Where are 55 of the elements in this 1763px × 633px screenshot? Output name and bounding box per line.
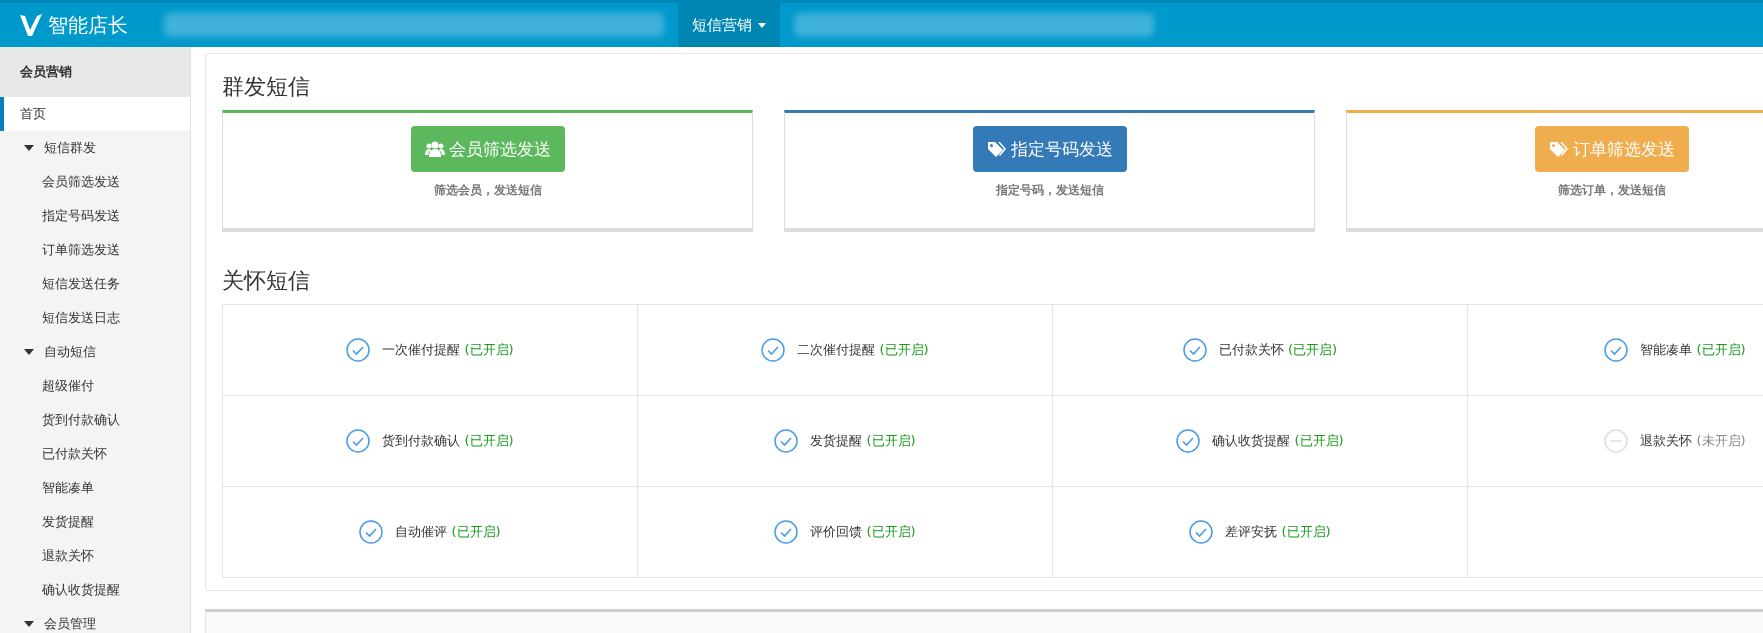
card-description: 指定号码，发送短信	[995, 182, 1104, 199]
check-circle-icon	[774, 520, 799, 544]
sidebar-subitem[interactable]: 智能凑单	[0, 471, 190, 505]
care-sms-item[interactable]: 一次催付提醒 (已开启)	[346, 338, 514, 362]
send-button[interactable]: 指定号码发送	[972, 126, 1127, 172]
care-sms-item[interactable]: 自动催评 (已开启)	[359, 520, 501, 544]
care-sms-item[interactable]: 智能凑单 (已开启)	[1604, 338, 1746, 362]
sidebar-subitem[interactable]: 会员筛选发送	[0, 165, 190, 199]
app-logo-text: 智能店长	[48, 11, 128, 39]
sidebar-subitem[interactable]: 订单筛选发送	[0, 233, 190, 267]
sidebar-subitem[interactable]: 短信发送任务	[0, 267, 190, 301]
sidebar-subitem[interactable]: 指定号码发送	[0, 199, 190, 233]
check-circle-icon	[346, 338, 371, 362]
sidebar-subitem[interactable]: 货到付款确认	[0, 403, 190, 437]
section-title: 关怀短信	[222, 267, 311, 295]
sidebar-subitem[interactable]: 退款关怀	[0, 539, 190, 573]
tag-icon	[986, 141, 1007, 157]
check-circle-icon	[346, 429, 371, 453]
sidebar-title: 会员营销	[0, 47, 190, 97]
nav-menu-tab[interactable]: 短信营销	[678, 3, 780, 47]
care-sms-item[interactable]: 差评安抚 (已开启)	[1189, 520, 1331, 544]
sidebar-subitem[interactable]: 超级催付	[0, 369, 190, 403]
care-sms-item[interactable]: 退款关怀 (未开启)	[1604, 429, 1746, 453]
sidebar-subitem[interactable]: 短信发送日志	[0, 301, 190, 335]
caret-icon	[758, 22, 766, 28]
caret-icon	[24, 349, 34, 355]
check-circle-icon	[1604, 338, 1629, 362]
users-icon	[424, 141, 445, 157]
sidebar-subitem[interactable]: 确认收货提醒	[0, 573, 190, 607]
sidebar-item[interactable]: 会员管理	[0, 607, 190, 633]
check-circle-icon	[1176, 429, 1201, 453]
section-title: 群发短信	[222, 73, 311, 101]
check-circle-icon	[1189, 520, 1214, 544]
caret-icon	[24, 621, 34, 627]
sidebar-subitem[interactable]: 发货提醒	[0, 505, 190, 539]
care-sms-item[interactable]: 货到付款确认 (已开启)	[346, 429, 514, 453]
caret-icon	[24, 145, 34, 151]
minus-circle-icon	[1604, 429, 1629, 453]
logo-icon	[18, 12, 44, 38]
sidebar-item[interactable]: 短信群发	[0, 131, 190, 165]
check-circle-icon	[359, 520, 384, 544]
sidebar-item[interactable]: 自动短信	[0, 335, 190, 369]
check-circle-icon	[774, 429, 799, 453]
check-circle-icon	[1182, 338, 1207, 362]
sidebar-subitem[interactable]: 已付款关怀	[0, 437, 190, 471]
card-description: 筛选订单，发送短信	[1557, 182, 1666, 199]
care-sms-item[interactable]: 确认收货提醒 (已开启)	[1176, 429, 1344, 453]
check-circle-icon	[761, 338, 786, 362]
care-sms-item[interactable]: 二次催付提醒 (已开启)	[761, 338, 929, 362]
sidebar-item[interactable]: 首页	[0, 97, 190, 131]
care-sms-item[interactable]: 评价回馈 (已开启)	[774, 520, 916, 544]
care-sms-item[interactable]: 已付款关怀 (已开启)	[1182, 338, 1338, 362]
tag-icon	[1548, 141, 1569, 157]
care-sms-item[interactable]: 发货提醒 (已开启)	[774, 429, 916, 453]
card-description: 筛选会员，发送短信	[433, 182, 542, 199]
